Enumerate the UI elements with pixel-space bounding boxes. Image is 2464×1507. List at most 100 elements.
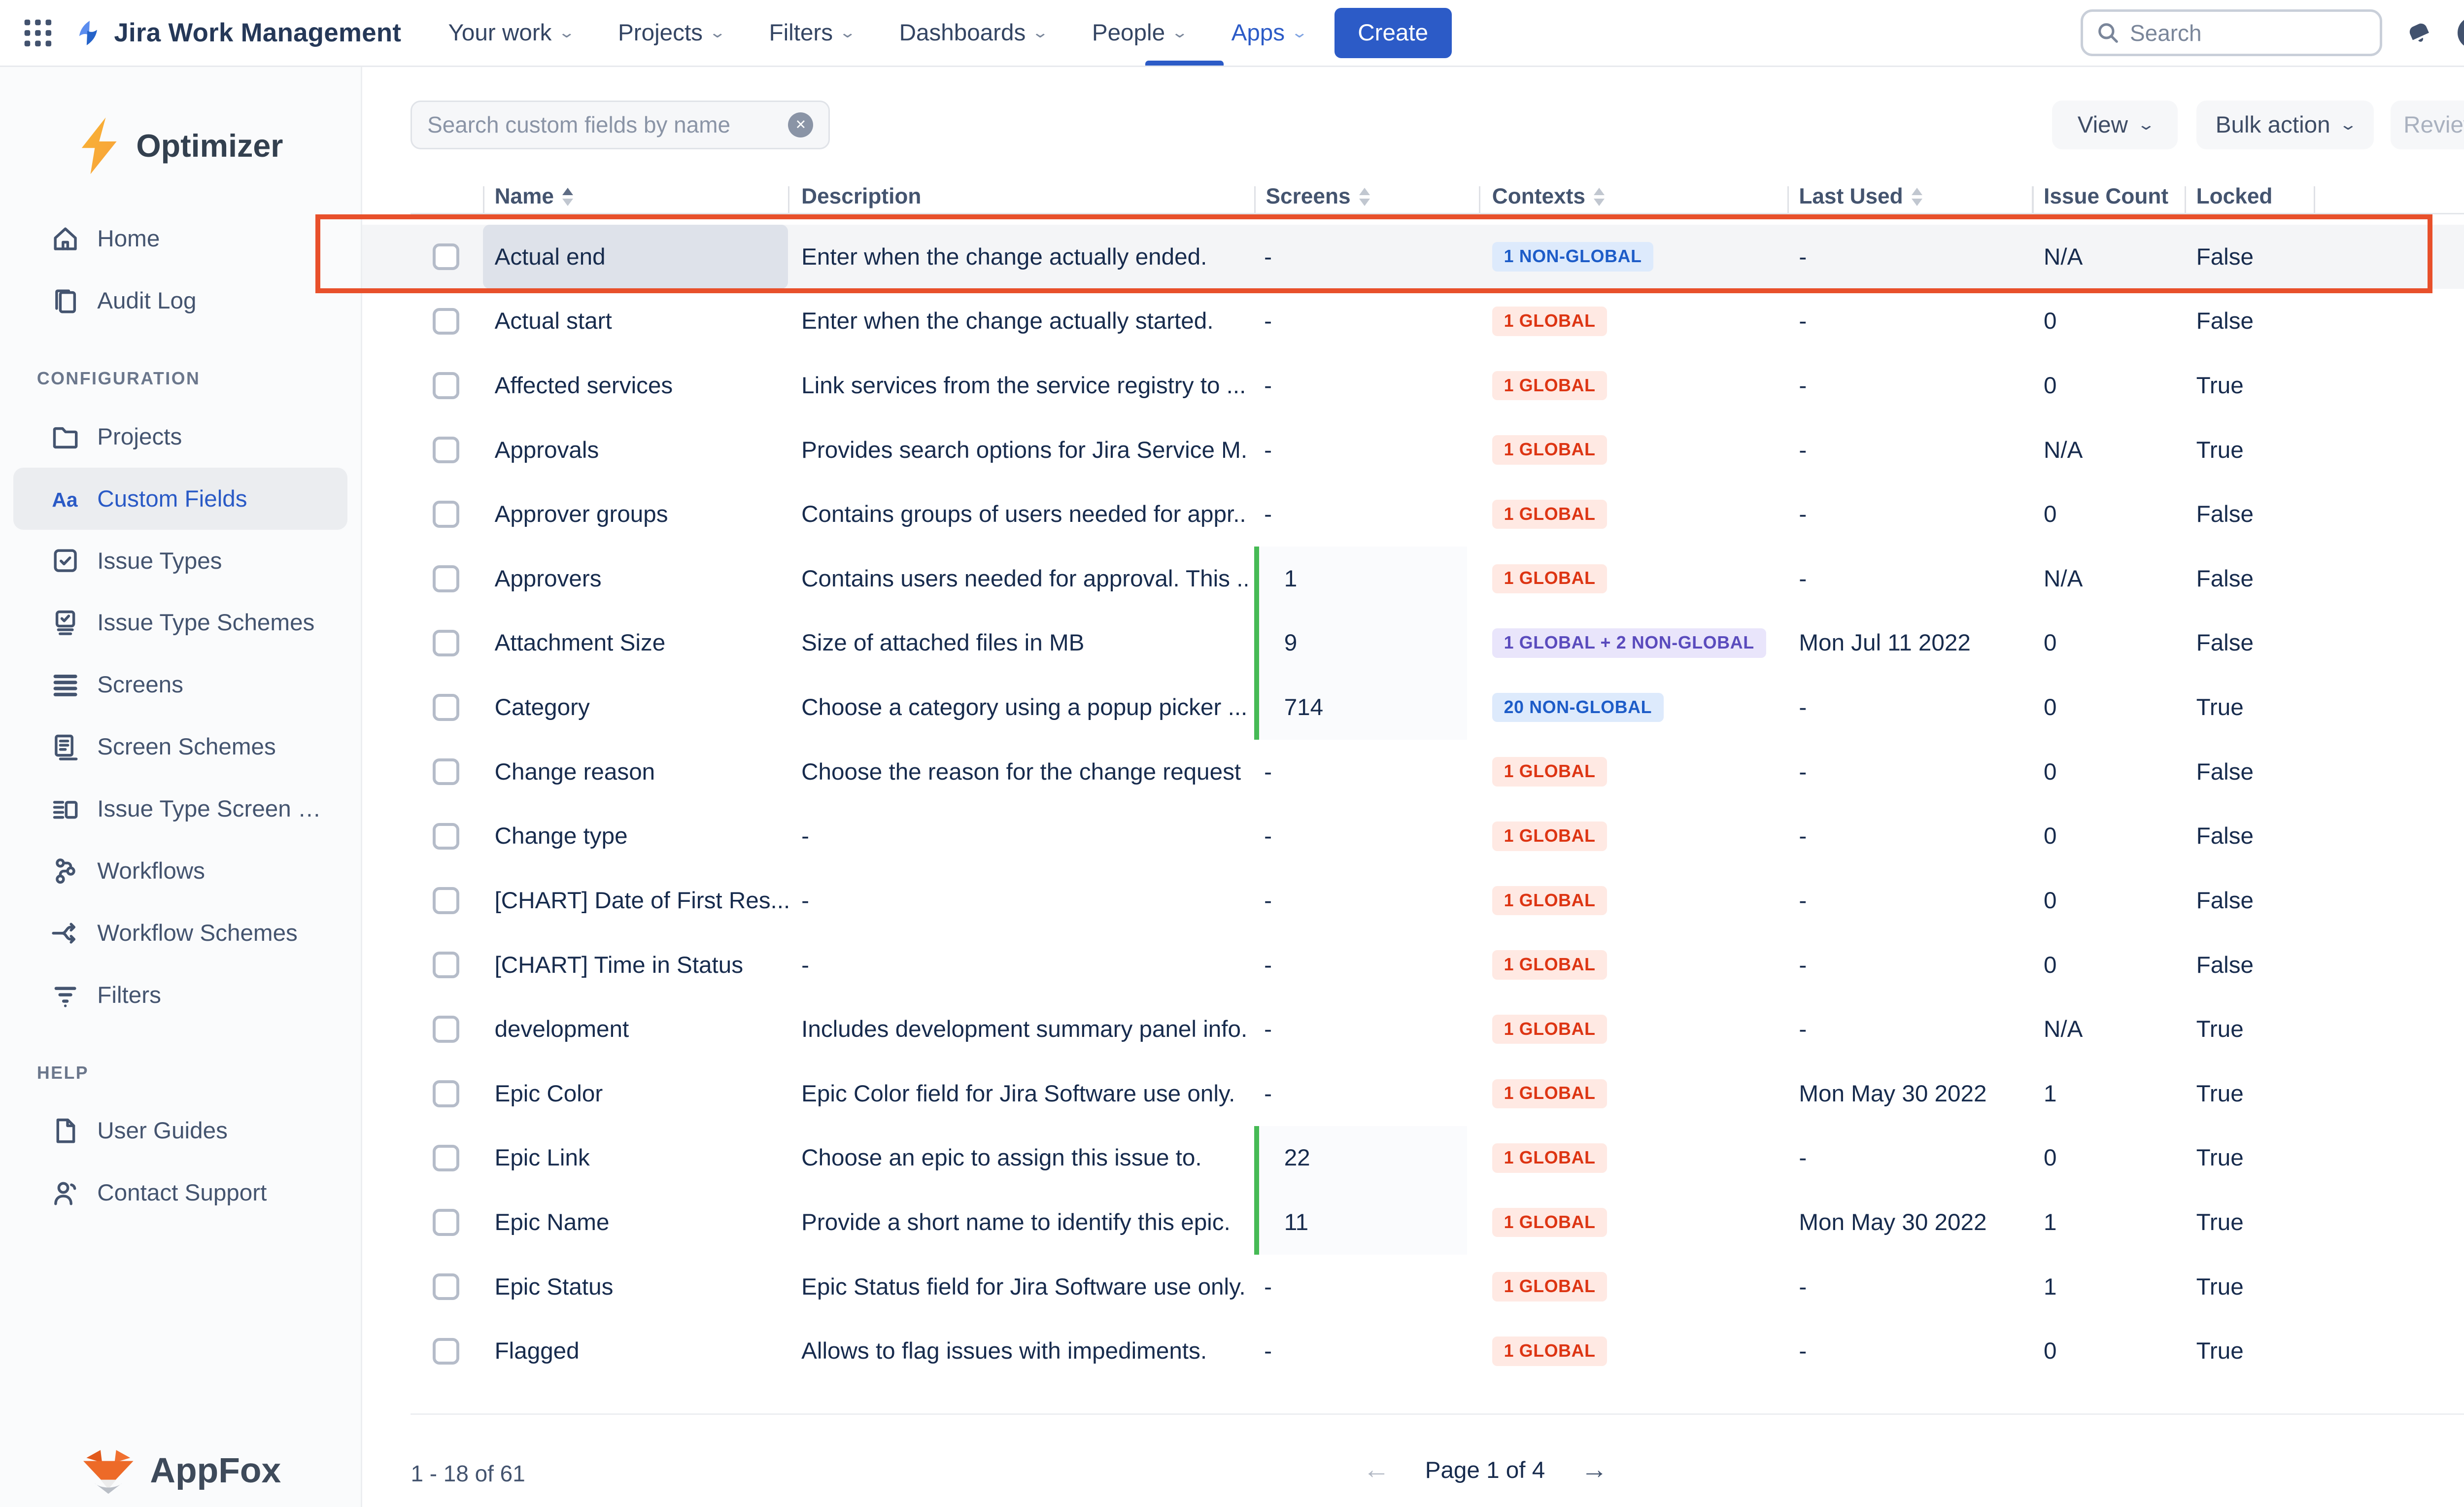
sidebar-item-workflow-schemes[interactable]: Workflow Schemes bbox=[13, 902, 347, 964]
table-row[interactable]: Approvals Provides search options for Ji… bbox=[362, 418, 2464, 482]
app-title: Jira Work Management bbox=[114, 18, 401, 48]
previous-page-arrow-icon[interactable]: ← bbox=[1363, 1454, 1390, 1485]
global-search-input[interactable] bbox=[2130, 20, 2348, 46]
column-header-description[interactable]: Description bbox=[801, 184, 921, 209]
cell-last-used: - bbox=[1799, 225, 2040, 289]
app-switcher-icon[interactable] bbox=[24, 19, 52, 47]
cell-name: Change reason bbox=[495, 740, 788, 804]
cell-issue-count: 0 bbox=[2044, 611, 2191, 676]
custom-fields-search[interactable]: ✕ bbox=[411, 101, 830, 149]
row-checkbox[interactable] bbox=[433, 887, 459, 914]
review-changes-button[interactable]: Review changes bbox=[2391, 101, 2464, 149]
clear-search-icon[interactable]: ✕ bbox=[788, 112, 813, 137]
help-icon[interactable]: ? bbox=[2458, 17, 2464, 49]
sidebar-item-custom-fields[interactable]: Aa Custom Fields bbox=[13, 468, 347, 530]
bulk-action-button[interactable]: Bulk action⌄ bbox=[2196, 101, 2374, 149]
cell-last-used: - bbox=[1799, 1255, 2040, 1319]
next-page-arrow-icon[interactable]: → bbox=[1581, 1454, 1608, 1485]
table-row[interactable]: Category Choose a category using a popup… bbox=[362, 675, 2464, 740]
custom-fields-search-input[interactable] bbox=[427, 111, 746, 138]
row-checkbox[interactable] bbox=[433, 437, 459, 463]
sidebar-item-issue-types[interactable]: Issue Types bbox=[13, 530, 347, 592]
row-checkbox[interactable] bbox=[433, 694, 459, 720]
cell-description: - bbox=[801, 933, 1247, 997]
appfox-fox-icon bbox=[80, 1447, 137, 1494]
nav-item-people[interactable]: People⌄ bbox=[1092, 19, 1186, 46]
table-row[interactable]: Epic Name Provide a short name to identi… bbox=[362, 1190, 2464, 1255]
sidebar-item-workflows[interactable]: Workflows bbox=[13, 840, 347, 902]
screen-schemes-icon bbox=[50, 732, 80, 762]
column-header-last-used[interactable]: Last Used bbox=[1799, 184, 1922, 209]
cell-issue-count: 0 bbox=[2044, 740, 2191, 804]
chevron-down-icon: ⌄ bbox=[839, 24, 856, 41]
cell-description: Epic Color field for Jira Software use o… bbox=[801, 1062, 1247, 1126]
row-checkbox[interactable] bbox=[433, 758, 459, 785]
row-checkbox[interactable] bbox=[433, 1209, 459, 1235]
table-row[interactable]: development Includes development summary… bbox=[362, 997, 2464, 1062]
row-checkbox[interactable] bbox=[433, 952, 459, 978]
global-search[interactable] bbox=[2081, 9, 2382, 56]
row-checkbox[interactable] bbox=[433, 1273, 459, 1300]
sidebar-item-filters[interactable]: Filters bbox=[13, 964, 347, 1026]
cell-locked: True bbox=[2196, 997, 2326, 1062]
row-checkbox[interactable] bbox=[433, 501, 459, 527]
chevron-down-icon: ⌄ bbox=[2339, 116, 2358, 134]
sidebar-item-projects[interactable]: Projects bbox=[13, 406, 347, 468]
table-row[interactable]: Actual end Enter when the change actuall… bbox=[362, 225, 2464, 289]
table-row[interactable]: Flagged Allows to flag issues with imped… bbox=[362, 1319, 2464, 1383]
row-checkbox[interactable] bbox=[433, 308, 459, 335]
cell-last-used: Mon May 30 2022 bbox=[1799, 1190, 2040, 1255]
table-row[interactable]: Approver groups Contains groups of users… bbox=[362, 482, 2464, 547]
column-header-issue-count[interactable]: Issue Count bbox=[2044, 184, 2168, 209]
nav-item-your-work[interactable]: Your work⌄ bbox=[448, 19, 573, 46]
table-row[interactable]: Affected services Link services from the… bbox=[362, 353, 2464, 418]
nav-item-filters[interactable]: Filters⌄ bbox=[769, 19, 854, 46]
row-checkbox[interactable] bbox=[433, 1145, 459, 1171]
row-checkbox[interactable] bbox=[433, 565, 459, 592]
nav-item-projects[interactable]: Projects⌄ bbox=[618, 19, 724, 46]
table-row[interactable]: Attachment Size Size of attached files i… bbox=[362, 611, 2464, 676]
sidebar-item-contact-support[interactable]: Contact Support bbox=[13, 1162, 347, 1224]
column-header-screens[interactable]: Screens bbox=[1266, 184, 1370, 209]
cell-contexts: 20 NON-GLOBAL bbox=[1492, 675, 1794, 740]
sidebar-item-screens[interactable]: Screens bbox=[13, 654, 347, 716]
sidebar-item-issue-type-schemes[interactable]: Issue Type Schemes bbox=[13, 592, 347, 654]
table-row[interactable]: [CHART] Date of First Res... - - 1 GLOBA… bbox=[362, 868, 2464, 933]
table-row[interactable]: Change reason Choose the reason for the … bbox=[362, 740, 2464, 804]
context-badge: 1 GLOBAL bbox=[1492, 757, 1608, 787]
nav-item-apps[interactable]: Apps⌄ bbox=[1232, 19, 1306, 46]
row-checkbox[interactable] bbox=[433, 372, 459, 399]
sidebar-item-home[interactable]: Home bbox=[13, 208, 347, 270]
table-row[interactable]: [CHART] Time in Status - - 1 GLOBAL - 0 … bbox=[362, 933, 2464, 997]
table-row[interactable]: Change type - - 1 GLOBAL - 0 False bbox=[362, 804, 2464, 868]
row-checkbox[interactable] bbox=[433, 1338, 459, 1365]
column-header-locked[interactable]: Locked bbox=[2196, 184, 2273, 209]
table-row[interactable]: Actual start Enter when the change actua… bbox=[362, 289, 2464, 353]
view-button[interactable]: View⌄ bbox=[2052, 101, 2178, 149]
column-header-contexts[interactable]: Contexts bbox=[1492, 184, 1605, 209]
document-icon bbox=[50, 1116, 80, 1146]
row-checkbox[interactable] bbox=[433, 1016, 459, 1042]
sidebar-item-screen-schemes[interactable]: Screen Schemes bbox=[13, 716, 347, 778]
row-checkbox[interactable] bbox=[433, 630, 459, 656]
notifications-bell-icon[interactable] bbox=[2406, 19, 2434, 47]
table-row[interactable]: Approvers Contains users needed for appr… bbox=[362, 547, 2464, 611]
context-badge: 1 GLOBAL bbox=[1492, 822, 1608, 851]
table-row[interactable]: Epic Color Epic Color field for Jira Sof… bbox=[362, 1062, 2464, 1126]
create-button[interactable]: Create bbox=[1335, 8, 1452, 58]
row-checkbox[interactable] bbox=[433, 823, 459, 850]
cell-contexts: 1 GLOBAL bbox=[1492, 740, 1794, 804]
cell-description: - bbox=[801, 804, 1247, 868]
cell-description: Enter when the change actually ended. bbox=[801, 225, 1247, 289]
jira-brand[interactable]: Jira Work Management bbox=[74, 18, 402, 48]
sidebar-item-user-guides[interactable]: User Guides bbox=[13, 1100, 347, 1162]
row-checkbox[interactable] bbox=[433, 243, 459, 270]
cell-name: Attachment Size bbox=[495, 611, 788, 676]
column-header-name[interactable]: Name bbox=[495, 184, 573, 209]
sidebar-item-audit-log[interactable]: Audit Log bbox=[13, 270, 347, 332]
nav-item-dashboards[interactable]: Dashboards⌄ bbox=[899, 19, 1047, 46]
table-row[interactable]: Epic Link Choose an epic to assign this … bbox=[362, 1126, 2464, 1191]
row-checkbox[interactable] bbox=[433, 1080, 459, 1107]
table-row[interactable]: Epic Status Epic Status field for Jira S… bbox=[362, 1255, 2464, 1319]
sidebar-item-issue-type-screen-schemes[interactable]: Issue Type Screen Sch... bbox=[13, 778, 347, 840]
